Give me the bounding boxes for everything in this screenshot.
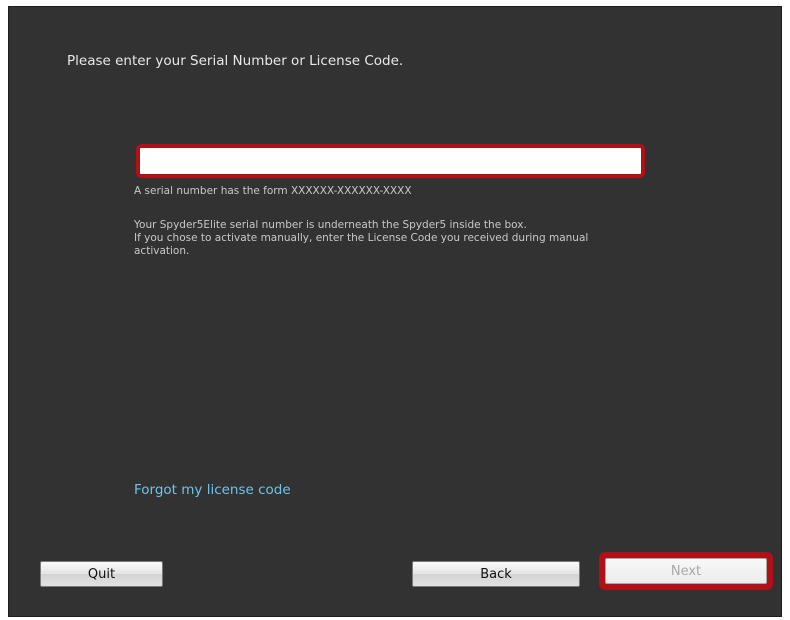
manual-activation-hint: If you chose to activate manually, enter…	[134, 232, 589, 244]
back-button[interactable]: Back	[412, 561, 580, 587]
prompt-text: Please enter your Serial Number or Licen…	[67, 53, 404, 69]
manual-activation-hint-continued: activation.	[134, 245, 190, 257]
quit-button[interactable]: Quit	[40, 561, 163, 587]
forgot-license-code-link[interactable]: Forgot my license code	[134, 482, 291, 498]
serial-number-input[interactable]	[142, 150, 639, 172]
serial-format-hint: A serial number has the form XXXXXX-XXXX…	[134, 185, 412, 197]
serial-location-hint: Your Spyder5Elite serial number is under…	[134, 219, 527, 231]
serial-input-highlight	[136, 144, 645, 178]
next-button-highlight: Next	[599, 552, 773, 590]
activation-dialog: Please enter your Serial Number or Licen…	[8, 6, 782, 617]
next-button[interactable]: Next	[605, 558, 767, 584]
